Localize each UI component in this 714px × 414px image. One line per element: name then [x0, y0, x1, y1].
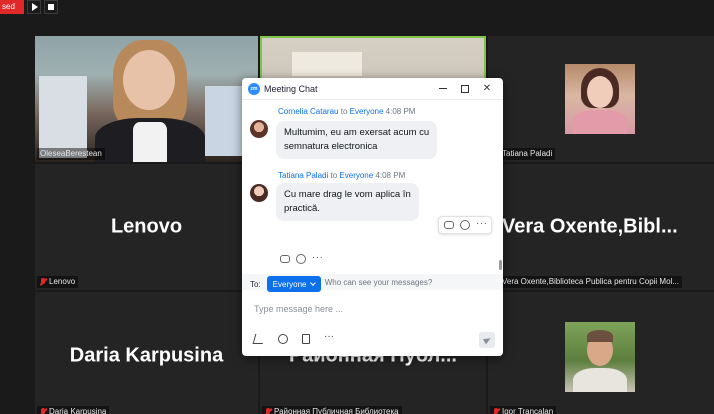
- recipient-name[interactable]: Everyone: [339, 171, 373, 180]
- maximize-button[interactable]: [455, 81, 475, 97]
- chevron-down-icon: [310, 279, 317, 286]
- message-text-line: Cu mare drag le vom aplica în: [284, 189, 411, 200]
- minimize-icon: [439, 88, 447, 89]
- stop-recording-button[interactable]: [44, 0, 58, 14]
- message-text-line: semnatura electronica: [284, 141, 378, 152]
- chat-title: Meeting Chat: [264, 83, 318, 94]
- stop-icon: [48, 4, 54, 10]
- participant-name: Lenovo: [49, 277, 76, 286]
- more-icon[interactable]: ···: [312, 253, 323, 264]
- file-icon[interactable]: [302, 334, 310, 344]
- recording-status: sed: [0, 0, 24, 14]
- message-header: Tatiana Paladi to Everyone 4:08 PM: [278, 171, 406, 180]
- reply-icon[interactable]: [280, 255, 290, 263]
- message-bubble[interactable]: Cu mare drag le vom aplica în practică.: [276, 183, 419, 221]
- more-icon[interactable]: ···: [476, 219, 487, 230]
- recipient-select-value: Everyone: [272, 279, 307, 289]
- participant-display-name: Daria Karpusina: [69, 344, 224, 367]
- participant-name: OleseaBerestean: [40, 149, 102, 158]
- recipient-row: To: Everyone: [250, 276, 322, 292]
- format-icon[interactable]: [252, 334, 266, 344]
- close-icon: ✕: [482, 83, 492, 94]
- message-bubble[interactable]: Multumim, eu am exersat acum cu semnatur…: [276, 121, 438, 159]
- minimize-button[interactable]: [433, 81, 453, 97]
- participant-name-tag: Daria Karpusina: [37, 406, 110, 414]
- recipient-select[interactable]: Everyone: [266, 276, 322, 292]
- more-icon[interactable]: ···: [324, 332, 334, 344]
- participant-name: Tatiana Paladi: [502, 149, 553, 158]
- zoom-meeting-window: sed OleseaBerestean Tatiana Paladi Lenov…: [0, 0, 714, 414]
- sender-avatar: [250, 184, 268, 202]
- meeting-chat-window[interactable]: zm Meeting Chat ✕ Cornelia Catarau to Ev…: [242, 78, 503, 356]
- message-hover-toolbar: ···: [438, 216, 492, 234]
- emoji-icon[interactable]: [296, 254, 306, 264]
- send-icon: [482, 335, 492, 345]
- zoom-logo-icon: zm: [248, 82, 260, 95]
- participant-avatar: [565, 64, 635, 134]
- video-tile-daria[interactable]: Daria Karpusina Daria Karpusina: [35, 292, 258, 414]
- participant-name-tag: Районная Публичная Библиотека: [262, 406, 402, 414]
- play-icon: [32, 3, 38, 11]
- chat-scrollbar[interactable]: [499, 260, 502, 270]
- participant-face: [123, 50, 175, 110]
- maximize-icon: [461, 84, 469, 93]
- resume-recording-button[interactable]: [27, 0, 41, 14]
- message-reaction-row: ···: [280, 253, 323, 264]
- emoji-icon[interactable]: [278, 334, 288, 344]
- participant-name: Vera Oxente,Biblioteca Publica pentru Co…: [502, 277, 679, 286]
- participant-name: Daria Karpusina: [49, 407, 107, 414]
- participant-name-tag: Lenovo: [37, 276, 79, 288]
- close-button[interactable]: ✕: [477, 81, 497, 97]
- participant-avatar: [565, 322, 635, 392]
- recipient-name[interactable]: Everyone: [350, 107, 384, 116]
- composer-toolbar: ···: [252, 332, 334, 344]
- participant-name: Igor Trancalan: [502, 407, 554, 414]
- message-header: Cornelia Catarau to Everyone 4:08 PM: [278, 107, 416, 116]
- message-text-line: Multumim, eu am exersat acum cu: [284, 127, 430, 138]
- participant-name-tag: OleseaBerestean: [37, 148, 105, 160]
- participant-name: Районная Публичная Библиотека: [274, 407, 399, 414]
- video-tile-vera[interactable]: Vera Oxente,Bibl... Vera Oxente,Bibliote…: [488, 164, 714, 290]
- message-text-line: practică.: [284, 203, 320, 214]
- recording-bar: sed: [0, 0, 58, 14]
- sender-name[interactable]: Tatiana Paladi: [278, 171, 328, 180]
- message-time: 4:08 PM: [385, 107, 416, 116]
- sender-name[interactable]: Cornelia Catarau: [278, 107, 338, 116]
- emoji-icon[interactable]: [460, 220, 470, 230]
- participant-name-tag: Vera Oxente,Biblioteca Publica pentru Co…: [490, 276, 682, 288]
- mic-muted-icon: [40, 278, 46, 286]
- participant-name-tag: Igor Trancalan: [490, 406, 557, 414]
- mic-muted-icon: [265, 408, 271, 414]
- chat-title-bar[interactable]: zm Meeting Chat ✕: [242, 78, 503, 100]
- message-time: 4:08 PM: [375, 171, 406, 180]
- background-poster: [292, 52, 362, 76]
- video-tile-olesea[interactable]: OleseaBerestean: [35, 36, 258, 162]
- message-input[interactable]: [254, 302, 490, 316]
- send-button[interactable]: [479, 332, 495, 348]
- sender-avatar: [250, 120, 268, 138]
- participant-display-name: Lenovo: [110, 215, 183, 238]
- to-label: To:: [250, 279, 261, 289]
- video-tile-igor[interactable]: Igor Trancalan: [488, 292, 714, 414]
- video-tile-lenovo[interactable]: Lenovo Lenovo: [35, 164, 258, 290]
- participant-display-name: Vera Oxente,Bibl...: [502, 215, 678, 238]
- mic-muted-icon: [493, 408, 499, 414]
- privacy-text: Who can see your messages?: [324, 277, 433, 287]
- reply-icon[interactable]: [444, 221, 454, 229]
- chat-message-list[interactable]: Cornelia Catarau to Everyone 4:08 PM Mul…: [242, 100, 503, 290]
- mic-muted-icon: [40, 408, 46, 414]
- background-banner: [39, 76, 87, 158]
- video-tile-tatiana[interactable]: Tatiana Paladi: [488, 36, 714, 162]
